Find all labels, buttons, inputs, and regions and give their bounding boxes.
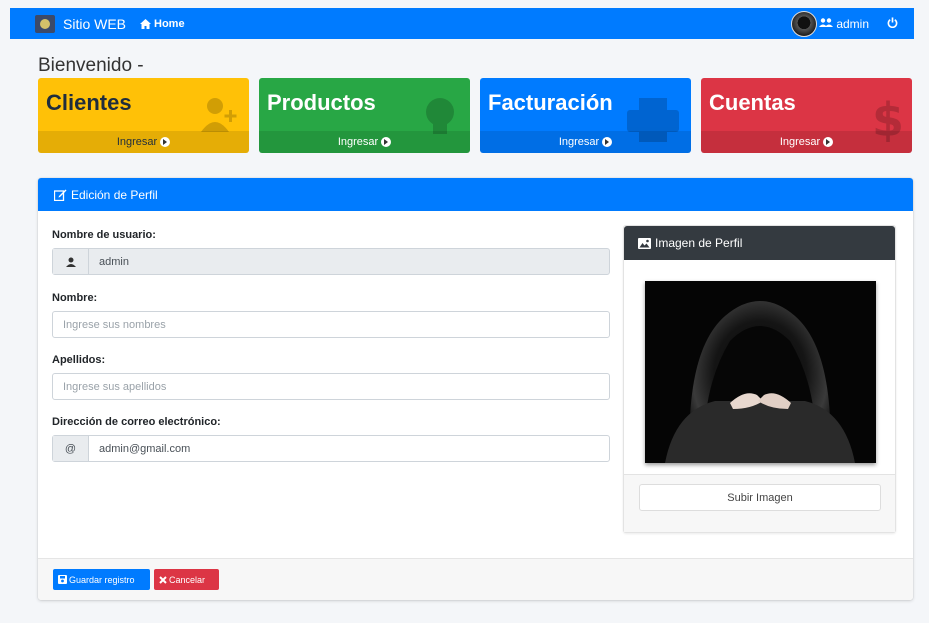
welcome-heading: Bienvenido -: [38, 55, 144, 76]
brand-logo[interactable]: [35, 14, 55, 33]
top-navbar: Sitio WEB Home admin: [10, 8, 914, 39]
close-icon: [159, 575, 167, 584]
image-card-header: Imagen de Perfil: [624, 226, 895, 260]
card-title: Productos: [267, 90, 376, 115]
user-menu[interactable]: admin: [791, 10, 898, 37]
save-button[interactable]: Guardar registro: [53, 569, 150, 590]
card-productos: Productos Ingresar: [259, 78, 470, 153]
avatar[interactable]: [791, 10, 818, 37]
panel-title: Edición de Perfil: [71, 187, 158, 202]
save-label: Guardar registro: [69, 574, 135, 585]
at-sign-addon: @: [53, 436, 89, 461]
username-value: admin: [99, 255, 129, 268]
home-icon: [140, 18, 152, 29]
card-cuentas: Cuentas $ Ingresar: [701, 78, 912, 153]
home-link[interactable]: Home: [140, 18, 185, 30]
panel-footer: Guardar registro Cancelar: [38, 558, 913, 600]
email-value: admin@gmail.com: [99, 442, 191, 455]
users-icon: [819, 17, 834, 30]
arrow-circle-right-icon: [381, 137, 392, 147]
email-field[interactable]: @ admin@gmail.com: [52, 435, 610, 462]
name-placeholder: Ingrese sus nombres: [63, 318, 166, 331]
edit-icon: [54, 189, 67, 201]
profile-image-card: Imagen de Perfil Subir Imagen: [623, 225, 896, 533]
image-card-title: Imagen de Perfil: [655, 236, 743, 250]
card-link-label: Ingresar: [337, 136, 379, 148]
card-link-label: Ingresar: [558, 136, 600, 148]
image-card-footer: Subir Imagen: [624, 474, 895, 532]
card-link[interactable]: Ingresar: [480, 131, 691, 153]
upload-image-button[interactable]: Subir Imagen: [639, 484, 881, 511]
arrow-circle-right-icon: [160, 137, 171, 147]
card-title: Facturación: [488, 90, 613, 115]
user-icon: [53, 249, 89, 274]
profile-photo: [645, 281, 876, 463]
card-link-label: Ingresar: [779, 136, 821, 148]
panel-header: Edición de Perfil: [38, 178, 913, 211]
card-title: Clientes: [46, 90, 132, 115]
username-label[interactable]: admin: [836, 17, 869, 31]
cancel-label: Cancelar: [169, 574, 206, 585]
card-facturacion: Facturación Ingresar: [480, 78, 691, 153]
name-label: Nombre:: [52, 292, 98, 304]
surname-label: Apellidos:: [52, 354, 106, 366]
brand-name[interactable]: Sitio WEB: [63, 16, 126, 32]
save-icon: [58, 575, 67, 584]
card-link[interactable]: Ingresar: [259, 131, 470, 153]
image-icon: [638, 237, 651, 249]
cancel-button[interactable]: Cancelar: [154, 569, 219, 590]
card-link-label: Ingresar: [116, 136, 158, 148]
power-icon[interactable]: [887, 15, 898, 33]
card-link[interactable]: Ingresar: [38, 131, 249, 153]
arrow-circle-right-icon: [602, 137, 613, 147]
card-title: Cuentas: [709, 90, 796, 115]
profile-panel: Edición de Perfil Nombre de usuario: adm…: [38, 178, 913, 600]
username-label: Nombre de usuario:: [52, 229, 156, 241]
card-clientes: Clientes Ingresar: [38, 78, 249, 153]
surname-placeholder: Ingrese sus apellidos: [63, 380, 167, 393]
arrow-circle-right-icon: [823, 137, 834, 147]
home-label: Home: [154, 17, 185, 30]
card-link[interactable]: Ingresar: [701, 131, 912, 153]
name-input[interactable]: Ingrese sus nombres: [52, 311, 610, 338]
surname-input[interactable]: Ingrese sus apellidos: [52, 373, 610, 400]
email-label: Dirección de correo electrónico:: [52, 416, 221, 428]
username-field: admin: [52, 248, 610, 275]
